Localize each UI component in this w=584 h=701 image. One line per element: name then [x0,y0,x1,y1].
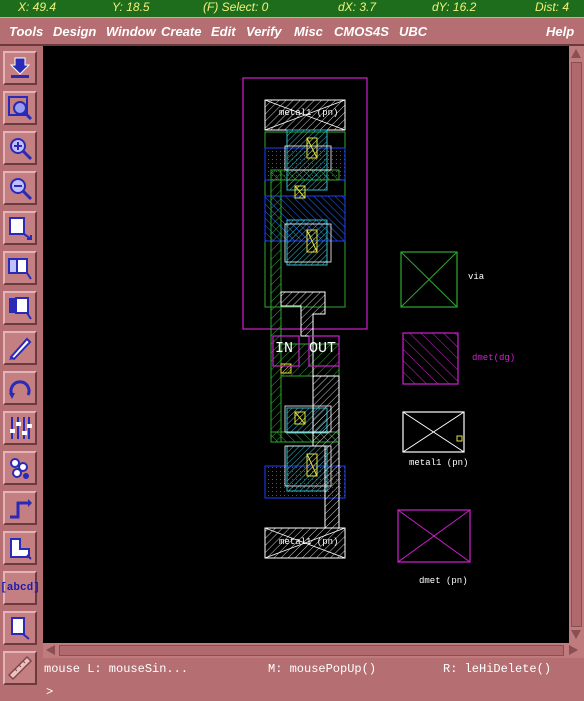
menu-ubc[interactable]: UBC [399,24,427,39]
polygon-button[interactable] [3,531,37,565]
zoom-out-button[interactable] [3,171,37,205]
legend-dmet-dg-label: dmet(dg) [472,353,516,363]
tool-palette: [abcd] [0,46,43,691]
layout-canvas[interactable]: metal1 (pn) metal1 (pn) IN OUT via dmet(… [43,46,569,643]
ruler-icon [7,655,33,681]
mouse-middle-binding: M: mousePopUp() [268,662,377,676]
rectangle-button[interactable] [3,611,37,645]
top-rail-label: metal1 (pn) [279,108,339,118]
menu-misc[interactable]: Misc [294,24,323,39]
properties-icon [10,417,32,439]
coordinate-status-bar: X: 49.4 Y: 18.5 (F) Select: 0 dX: 3.7 dY… [0,0,584,17]
zoom-fit-button[interactable] [3,91,37,125]
horizontal-scroll-thumb[interactable] [59,645,564,656]
menu-bar: Tools Design Window Create Edit Verify M… [0,17,584,46]
vertical-scroll-thumb[interactable] [571,62,582,627]
polygon-icon [10,538,32,560]
menu-verify[interactable]: Verify [246,24,282,39]
instance-button[interactable] [3,451,37,485]
copy-button[interactable] [3,251,37,285]
menu-design[interactable]: Design [53,24,96,39]
zoom-out-icon [10,178,33,201]
scroll-right-icon[interactable] [569,645,578,655]
mouse-binding-bar: mouse L: mouseSin... M: mousePopUp() R: … [43,658,584,681]
move-button[interactable] [3,291,37,325]
scroll-up-icon[interactable] [571,49,581,58]
rectangle-icon [11,617,30,640]
zoom-fit-icon [8,96,33,121]
save-button[interactable] [3,51,37,85]
bottom-rail-label: metal1 (pn) [279,537,339,547]
path-button[interactable] [3,491,37,525]
label-icon: [abcd] [0,582,40,594]
menu-tools[interactable]: Tools [9,24,43,39]
delete-button[interactable] [3,331,37,365]
mouse-left-binding: mouse L: mouseSin... [44,662,189,676]
layout-drawing [242,77,471,563]
command-line[interactable]: > [43,682,584,701]
delta-y-readout: dY: 16.2 [432,0,477,14]
cursor-y-readout: Y: 18.5 [112,0,150,14]
save-icon [9,57,31,78]
zoom-in-icon [10,138,33,161]
copy-icon [8,258,32,280]
undo-button[interactable] [3,371,37,405]
properties-button[interactable] [3,411,37,445]
delta-x-readout: dX: 3.7 [338,0,377,14]
stretch-button[interactable] [3,211,37,245]
out-pin-label: OUT [309,340,337,357]
command-prompt: > [46,685,54,699]
vertical-scrollbar[interactable] [569,46,584,643]
select-count-readout: (F) Select: 0 [203,0,269,14]
ruler-button[interactable] [3,651,37,685]
scroll-left-icon[interactable] [46,645,55,655]
stretch-icon [9,217,32,240]
delete-icon [9,337,32,361]
in-pin-label: IN [275,340,294,357]
scroll-down-icon[interactable] [571,630,581,639]
menu-edit[interactable]: Edit [211,24,236,39]
label-button[interactable]: [abcd] [0,571,40,605]
menu-window[interactable]: Window [106,24,156,39]
menu-cmos4s[interactable]: CMOS4S [334,24,389,39]
legend-metal1-pn-label: metal1 (pn) [409,458,469,468]
legend-via-label: via [468,272,485,282]
horizontal-scrollbar[interactable] [43,643,584,658]
path-icon [10,499,32,519]
mouse-right-binding: R: leHiDelete() [443,662,552,676]
menu-create[interactable]: Create [161,24,201,39]
instance-icon [10,458,29,479]
move-icon [9,297,32,320]
zoom-in-button[interactable] [3,131,37,165]
menu-help[interactable]: Help [546,24,574,39]
undo-icon [9,380,31,399]
distance-readout: Dist: 4 [535,0,570,14]
cursor-x-readout: X: 49.4 [18,0,57,14]
legend-dmet-pn-label: dmet (pn) [419,576,468,586]
